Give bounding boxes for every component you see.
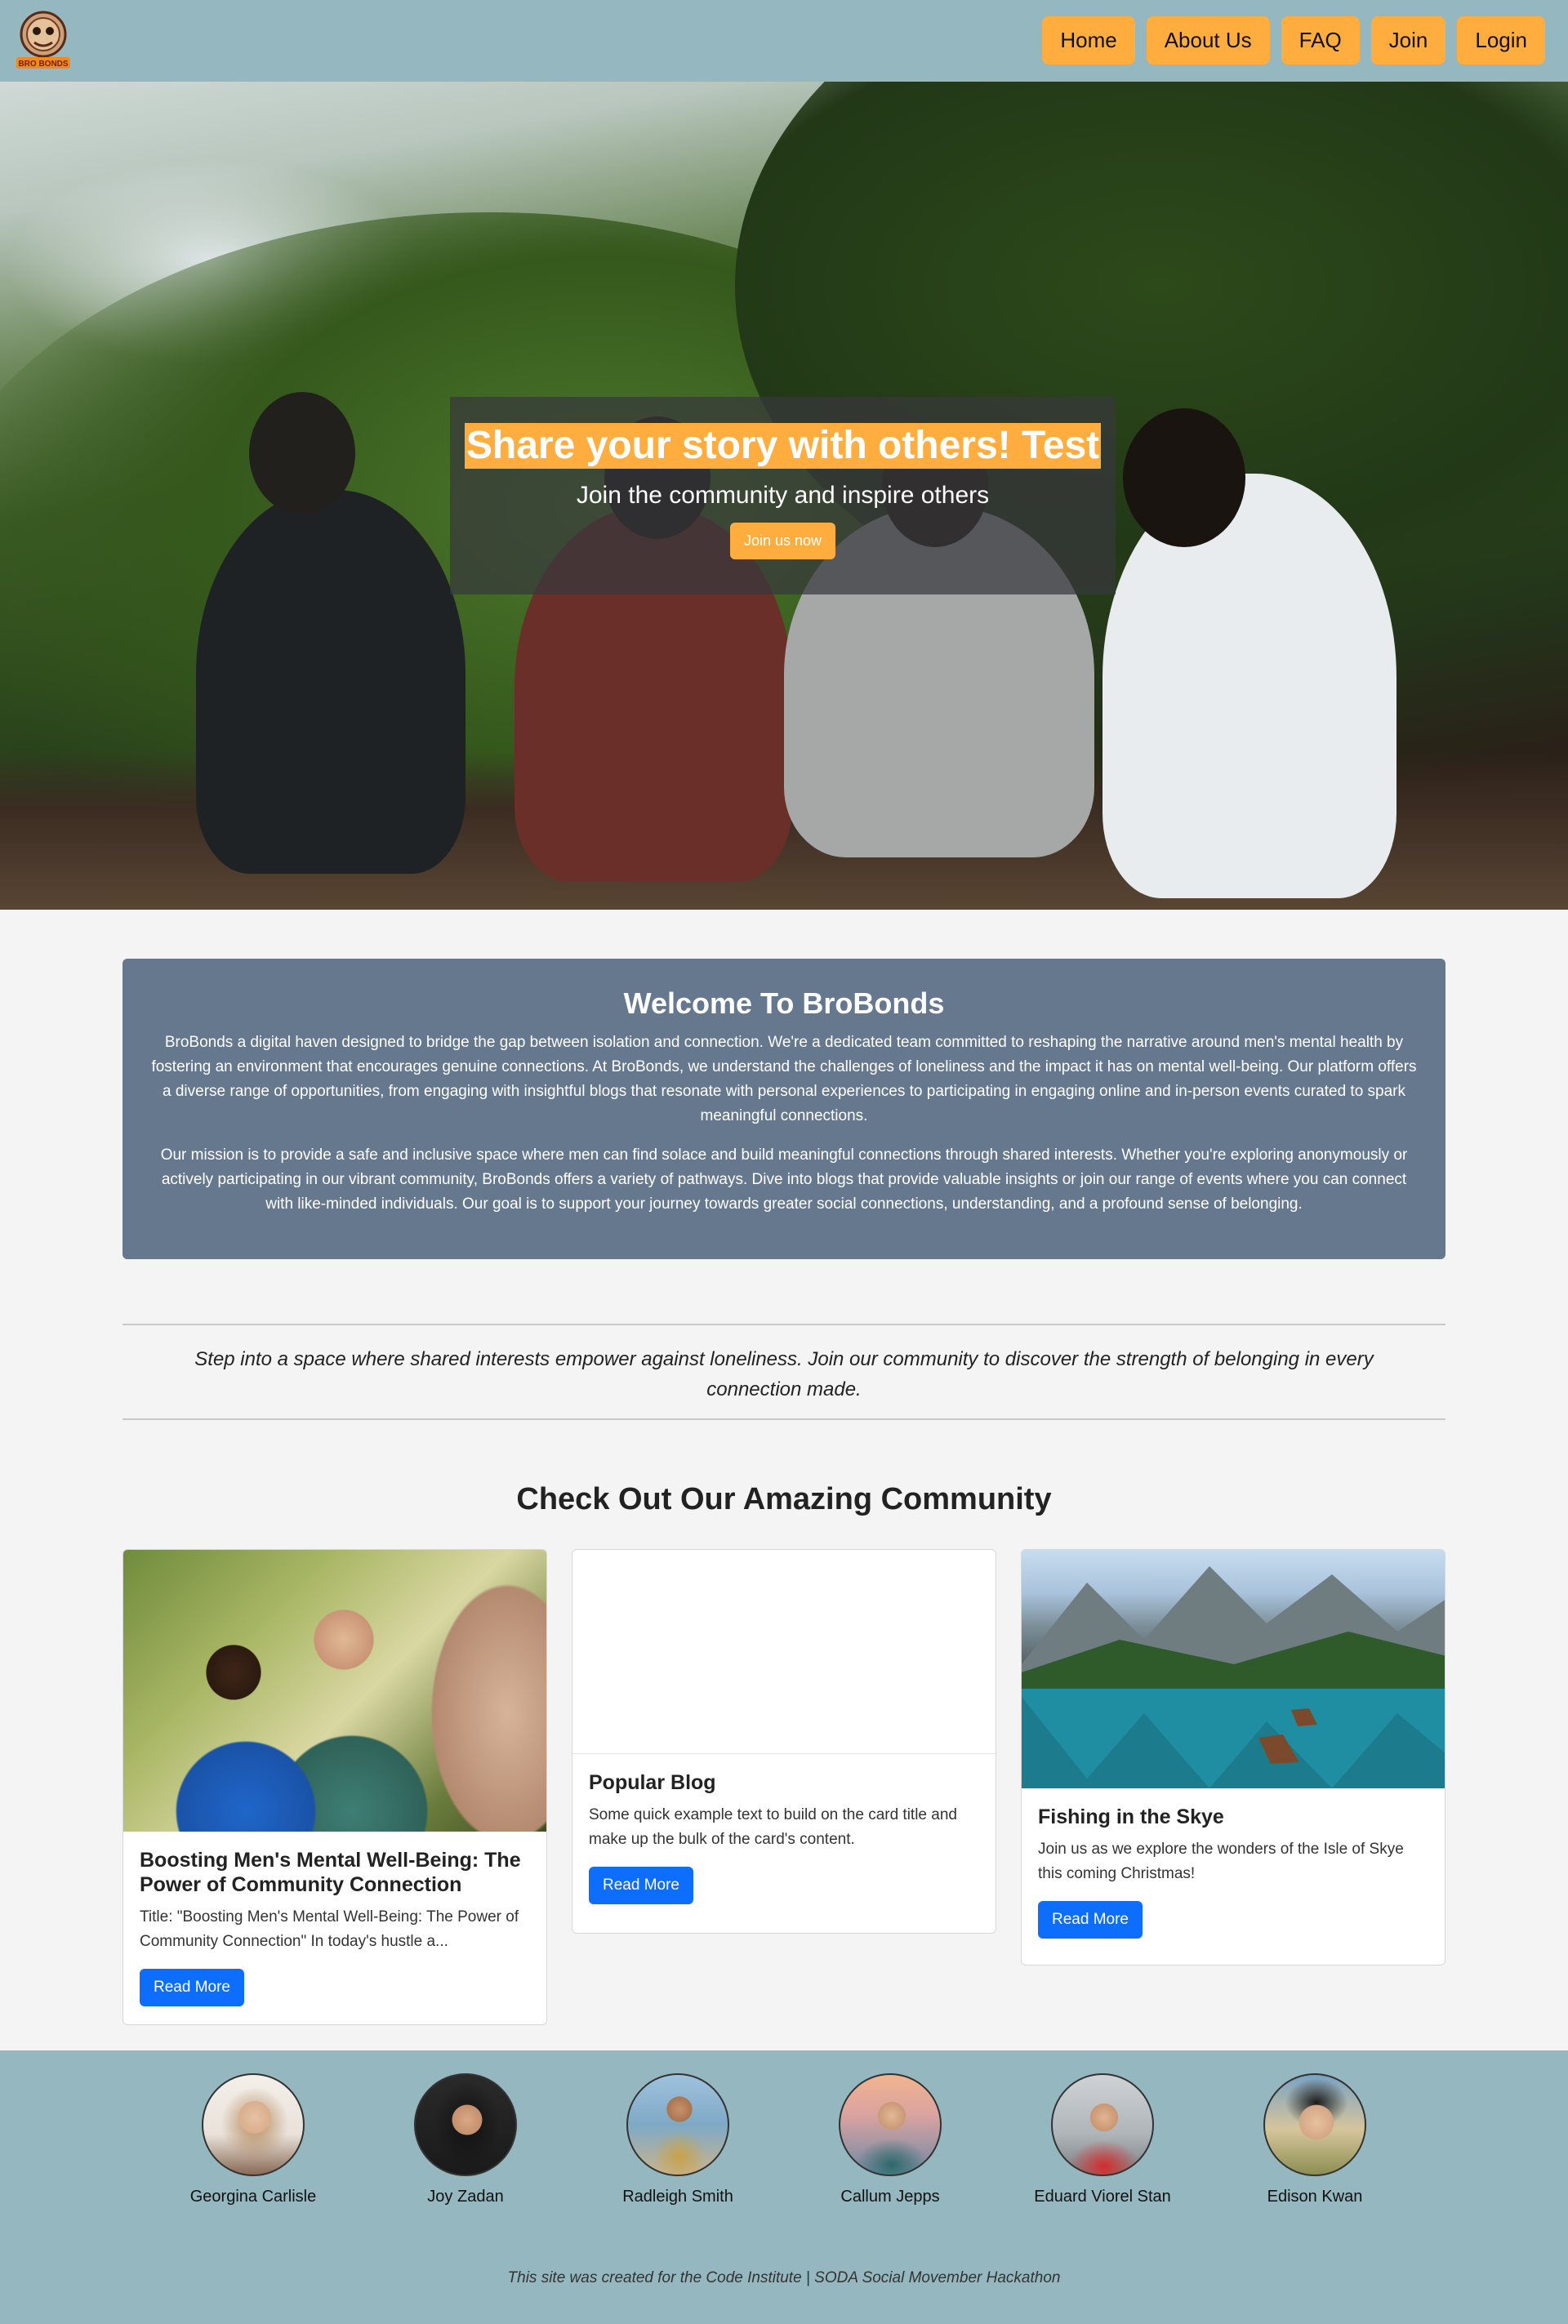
- welcome-paragraph-2: Our mission is to provide a safe and inc…: [160, 1146, 1408, 1213]
- nav-join-button[interactable]: Join: [1370, 16, 1446, 65]
- team-member: Callum Jepps: [808, 2073, 972, 2206]
- card-title: Boosting Men's Mental Well-Being: The Po…: [140, 1849, 521, 1896]
- read-more-button[interactable]: Read More: [140, 1969, 244, 2006]
- card-text: Join us as we explore the wonders of the…: [1038, 1841, 1404, 1882]
- card-body: Popular Blog Some quick example text to …: [572, 1754, 996, 1921]
- member-name: Eduard Viorel Stan: [1034, 2188, 1171, 2206]
- welcome-paragraph-1: BroBonds a digital haven designed to bri…: [151, 1034, 1417, 1124]
- team-member: Joy Zadan: [384, 2073, 547, 2206]
- read-more-button[interactable]: Read More: [1038, 1901, 1143, 1939]
- hero-subtitle: Join the community and inspire others: [576, 482, 990, 509]
- hero-banner: Share your story with others! Test Join …: [0, 82, 1568, 910]
- member-name: Joy Zadan: [427, 2188, 504, 2206]
- member-name: Georgina Carlisle: [189, 2188, 317, 2206]
- card-title: Popular Blog: [589, 1771, 716, 1794]
- card-body: Boosting Men's Mental Well-Being: The Po…: [123, 1832, 546, 2023]
- nav-home-button[interactable]: Home: [1042, 16, 1135, 65]
- community-card-3: Fishing in the Skye Join us as we explor…: [1021, 1549, 1446, 1966]
- hero-title: Share your story with others! Test: [464, 423, 1102, 469]
- team-member: Edison Kwan: [1233, 2073, 1396, 2206]
- nav-faq-button[interactable]: FAQ: [1281, 16, 1360, 65]
- hero-person-4-head: [1123, 408, 1245, 547]
- avatar[interactable]: [414, 2073, 517, 2176]
- hero-person-4: [1102, 474, 1396, 898]
- hero-person-1-head: [249, 392, 355, 514]
- avatar[interactable]: [626, 2073, 729, 2176]
- footer-credit: This site was created for the Code Insti…: [507, 2269, 1061, 2286]
- community-card-2: Popular Blog Some quick example text to …: [572, 1549, 996, 1934]
- hero-person-1: [196, 490, 466, 874]
- card-image-men-laughing: [123, 1550, 546, 1832]
- avatar[interactable]: [1051, 2073, 1154, 2176]
- team-list: Georgina Carlisle Joy Zadan Radleigh Smi…: [122, 2073, 1446, 2206]
- team-member: Radleigh Smith: [596, 2073, 760, 2206]
- footer: Georgina Carlisle Joy Zadan Radleigh Smi…: [0, 2050, 1568, 2324]
- card-image-mountain-lake: [1022, 1550, 1445, 1788]
- member-name: Callum Jepps: [840, 2188, 940, 2206]
- community-heading: Check Out Our Amazing Community: [516, 1482, 1052, 1516]
- welcome-heading: Welcome To BroBonds: [623, 986, 945, 1020]
- read-more-button[interactable]: Read More: [589, 1867, 693, 1904]
- card-image-blank: [572, 1550, 996, 1754]
- logo-text: BRO BONDS: [18, 60, 68, 69]
- welcome-section: Welcome To BroBonds BroBonds a digital h…: [122, 959, 1446, 1259]
- nav-login-button[interactable]: Login: [1457, 16, 1545, 65]
- tagline-quote: Step into a space where shared interests…: [122, 1324, 1446, 1420]
- nav-about-button[interactable]: About Us: [1146, 16, 1270, 65]
- member-name: Radleigh Smith: [622, 2188, 733, 2206]
- card-text: Some quick example text to build on the …: [589, 1806, 957, 1848]
- brobonds-logo[interactable]: BRO BONDS: [13, 7, 74, 72]
- top-navbar: BRO BONDS Home About Us FAQ Join Login: [0, 0, 1568, 82]
- nav-menu: Home About Us FAQ Join Login: [1042, 16, 1545, 65]
- avatar[interactable]: [1263, 2073, 1366, 2176]
- team-member: Georgina Carlisle: [172, 2073, 335, 2206]
- card-text: Title: "Boosting Men's Mental Well-Being…: [140, 1908, 519, 1950]
- card-title: Fishing in the Skye: [1038, 1805, 1224, 1828]
- avatar[interactable]: [839, 2073, 942, 2176]
- avatar[interactable]: [202, 2073, 305, 2176]
- team-member: Eduard Viorel Stan: [1021, 2073, 1184, 2206]
- member-name: Edison Kwan: [1267, 2188, 1363, 2206]
- hero-caption: Share your story with others! Test Join …: [450, 397, 1116, 594]
- community-card-1: Boosting Men's Mental Well-Being: The Po…: [122, 1549, 547, 2025]
- join-us-button[interactable]: Join us now: [729, 523, 836, 559]
- card-body: Fishing in the Skye Join us as we explor…: [1022, 1788, 1445, 1955]
